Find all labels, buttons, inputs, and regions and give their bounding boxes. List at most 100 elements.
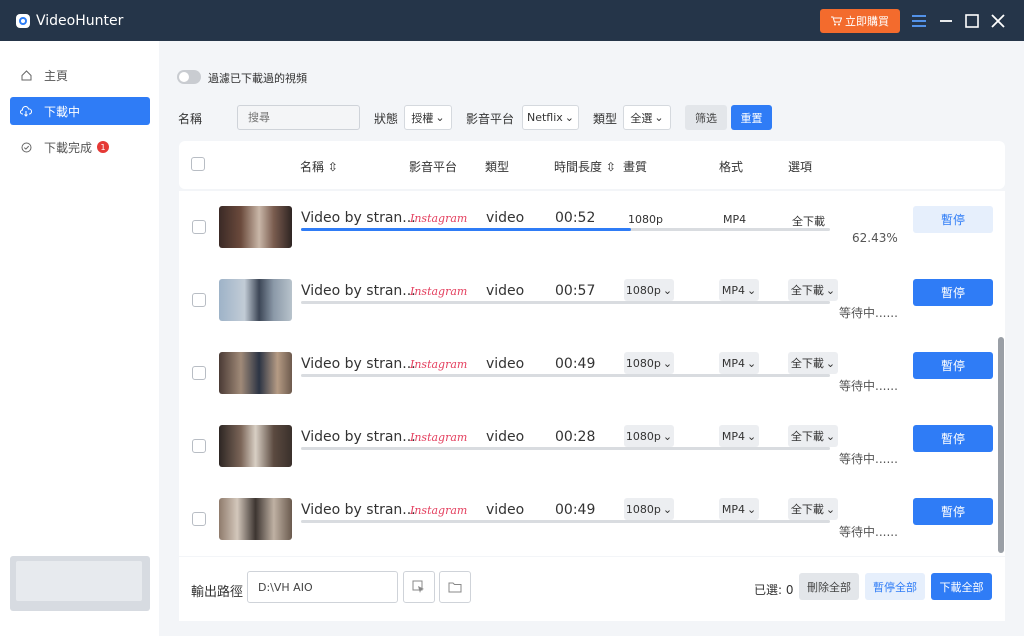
option-select[interactable]: 全下載 ⌄ <box>788 352 838 374</box>
menu-icon[interactable] <box>909 11 929 31</box>
buy-now-button[interactable]: 立即購買 <box>820 9 900 33</box>
open-cursor-button[interactable] <box>403 571 435 603</box>
sidebar-item-label: 下載中 <box>44 104 81 119</box>
filter-downloaded-label: 過濾已下載過的視頻 <box>208 72 307 85</box>
platform-select[interactable]: Netflix ⌄ <box>522 105 579 130</box>
output-path-field[interactable] <box>247 571 398 603</box>
close-icon[interactable] <box>988 11 1008 31</box>
maximize-icon[interactable] <box>962 11 982 31</box>
video-quality: 1080p <box>628 213 663 226</box>
chevron-down-icon: ⌄ <box>746 502 757 516</box>
header-duration[interactable]: 時間長度 ⇳ <box>554 158 616 175</box>
cart-icon <box>831 16 842 26</box>
delete-all-button[interactable]: 刪除全部 <box>799 573 859 600</box>
chevron-down-icon: ⌄ <box>662 356 673 370</box>
format-select[interactable]: MP4 ⌄ <box>719 498 759 520</box>
status-select[interactable]: 授權 ⌄ <box>404 105 452 130</box>
option-select[interactable]: 全下載 ⌄ <box>788 425 838 447</box>
open-folder-button[interactable] <box>439 571 471 603</box>
video-duration: 00:57 <box>555 283 596 299</box>
header-name[interactable]: 名稱 ⇳ <box>300 158 338 175</box>
pause-button[interactable]: 暫停 <box>913 206 993 233</box>
chevron-down-icon: ⌄ <box>825 429 836 443</box>
sidebar-item-label: 主頁 <box>44 68 69 83</box>
download-status: 等待中...... <box>839 306 898 320</box>
video-type: video <box>486 283 525 299</box>
sidebar-item-completed[interactable]: 下載完成 1 <box>10 133 150 161</box>
main-panel: 過濾已下載過的視頻 名稱 狀態 授權 ⌄ 影音平台 Netflix ⌄ 類型 全… <box>159 41 1024 636</box>
quality-select[interactable]: 1080p ⌄ <box>624 352 674 374</box>
format-select[interactable]: MP4 ⌄ <box>719 352 759 374</box>
cursor-select-icon <box>412 580 424 593</box>
video-thumbnail <box>219 498 292 540</box>
chevron-down-icon: ⌄ <box>746 429 757 443</box>
pause-button[interactable]: 暫停 <box>913 352 993 379</box>
chevron-down-icon: ⌄ <box>746 356 757 370</box>
table-row: Video by stran... Instagram video 00:57 … <box>179 264 1005 337</box>
video-title: Video by stran... <box>301 502 416 518</box>
sidebar-item-downloading[interactable]: 下載中 <box>10 97 150 125</box>
video-title: Video by stran... <box>301 210 416 226</box>
video-type: video <box>486 356 525 372</box>
quality-select[interactable]: 1080p ⌄ <box>624 279 674 301</box>
format-select[interactable]: MP4 ⌄ <box>719 425 759 447</box>
header-platform: 影音平台 <box>409 160 458 174</box>
folder-icon <box>448 582 462 593</box>
table-row: Video by stran... Instagram video 00:28 … <box>179 410 1005 483</box>
chevron-down-icon: ⌄ <box>825 283 836 297</box>
videohunter-logo-icon <box>16 13 30 28</box>
filter-downloaded-toggle[interactable] <box>177 70 201 84</box>
app-title: VideoHunter <box>36 12 124 29</box>
option-select[interactable]: 全下載 ⌄ <box>788 498 838 520</box>
option-select[interactable]: 全下載 ⌄ <box>788 279 838 301</box>
filter-button[interactable]: 筛选 <box>685 105 727 130</box>
row-checkbox[interactable] <box>192 220 206 234</box>
video-title: Video by stran... <box>301 429 416 445</box>
instagram-logo: Instagram <box>410 504 468 517</box>
chevron-down-icon: ⌄ <box>825 356 836 370</box>
list-scrollbar[interactable] <box>998 337 1004 553</box>
chevron-down-icon: ⌄ <box>825 502 836 516</box>
chevron-down-icon: ⌄ <box>564 111 575 124</box>
download-status: 62.43% <box>852 231 898 245</box>
search-input[interactable] <box>237 105 360 130</box>
instagram-logo: Instagram <box>410 212 468 225</box>
row-checkbox[interactable] <box>192 512 206 526</box>
select-all-checkbox[interactable] <box>191 157 205 171</box>
minimize-icon[interactable] <box>936 11 956 31</box>
video-thumbnail <box>219 425 292 467</box>
table-row: Video by stran... Instagram video 00:52 … <box>179 191 1005 264</box>
promo-banner[interactable] <box>10 556 150 611</box>
pause-button[interactable]: 暫停 <box>913 425 993 452</box>
progress-bar <box>301 374 830 377</box>
download-all-button[interactable]: 下載全部 <box>931 573 992 600</box>
download-status: 等待中...... <box>839 525 898 539</box>
title-bar: VideoHunter 立即購買 <box>0 0 1024 41</box>
video-thumbnail <box>219 206 292 248</box>
progress-bar <box>301 447 830 450</box>
table-row: Video by stran... Instagram video 00:49 … <box>179 483 1005 556</box>
chevron-down-icon: ⌄ <box>662 283 673 297</box>
video-thumbnail <box>219 279 292 321</box>
sidebar-item-home[interactable]: 主頁 <box>10 61 150 89</box>
quality-select[interactable]: 1080p ⌄ <box>624 425 674 447</box>
header-type: 類型 <box>485 160 510 174</box>
download-cloud-icon <box>20 105 32 117</box>
video-duration: 00:49 <box>555 502 596 518</box>
pause-button[interactable]: 暫停 <box>913 279 993 306</box>
sidebar-item-label: 下載完成 <box>44 140 93 155</box>
quality-select[interactable]: 1080p ⌄ <box>624 498 674 520</box>
row-checkbox[interactable] <box>192 439 206 453</box>
sort-icon: ⇳ <box>605 160 616 174</box>
selected-count: 已選: 0 <box>754 583 794 597</box>
row-checkbox[interactable] <box>192 366 206 380</box>
type-select[interactable]: 全選 ⌄ <box>623 105 671 130</box>
pause-button[interactable]: 暫停 <box>913 498 993 525</box>
reset-button[interactable]: 重置 <box>731 105 772 130</box>
chevron-down-icon: ⌄ <box>435 111 445 124</box>
pause-all-button[interactable]: 暫停全部 <box>865 573 925 600</box>
chevron-down-icon: ⌄ <box>662 429 673 443</box>
progress-bar <box>301 301 830 304</box>
row-checkbox[interactable] <box>192 293 206 307</box>
format-select[interactable]: MP4 ⌄ <box>719 279 759 301</box>
